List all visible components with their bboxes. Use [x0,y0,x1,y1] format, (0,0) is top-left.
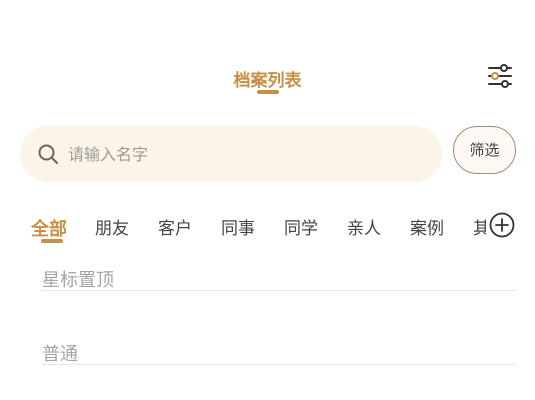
add-tab-button[interactable] [489,212,515,238]
tab-classmates[interactable]: 同学 [284,214,318,239]
tab-colleagues[interactable]: 同事 [221,214,255,239]
category-tabs: 全部 朋友 客户 同事 同学 亲人 案例 其 [0,208,486,248]
archive-list-page: 档案列表 筛选 全部 朋友 客户 同事 同学 亲人 案例 其 [0,0,535,400]
section-normal-label: 普通 [42,344,78,365]
tab-clients[interactable]: 客户 [158,214,192,239]
tab-all[interactable]: 全部 [31,215,67,241]
search-input[interactable] [68,139,418,169]
tab-friends[interactable]: 朋友 [95,214,129,239]
section-divider [42,290,516,291]
search-icon [38,144,58,164]
tab-relatives[interactable]: 亲人 [347,214,381,239]
section-divider [42,364,516,365]
tab-cases[interactable]: 案例 [410,214,444,239]
page-title: 档案列表 [233,71,302,91]
search-box[interactable] [20,126,442,182]
tab-other[interactable]: 其 [473,214,486,239]
sliders-icon [488,64,512,88]
settings-button[interactable] [486,63,514,89]
active-tab-indicator [41,239,63,243]
filter-button[interactable]: 筛选 [453,126,516,174]
plus-circle-icon [489,212,515,238]
title-indicator [257,90,279,94]
section-starred-label: 星标置顶 [42,270,114,291]
